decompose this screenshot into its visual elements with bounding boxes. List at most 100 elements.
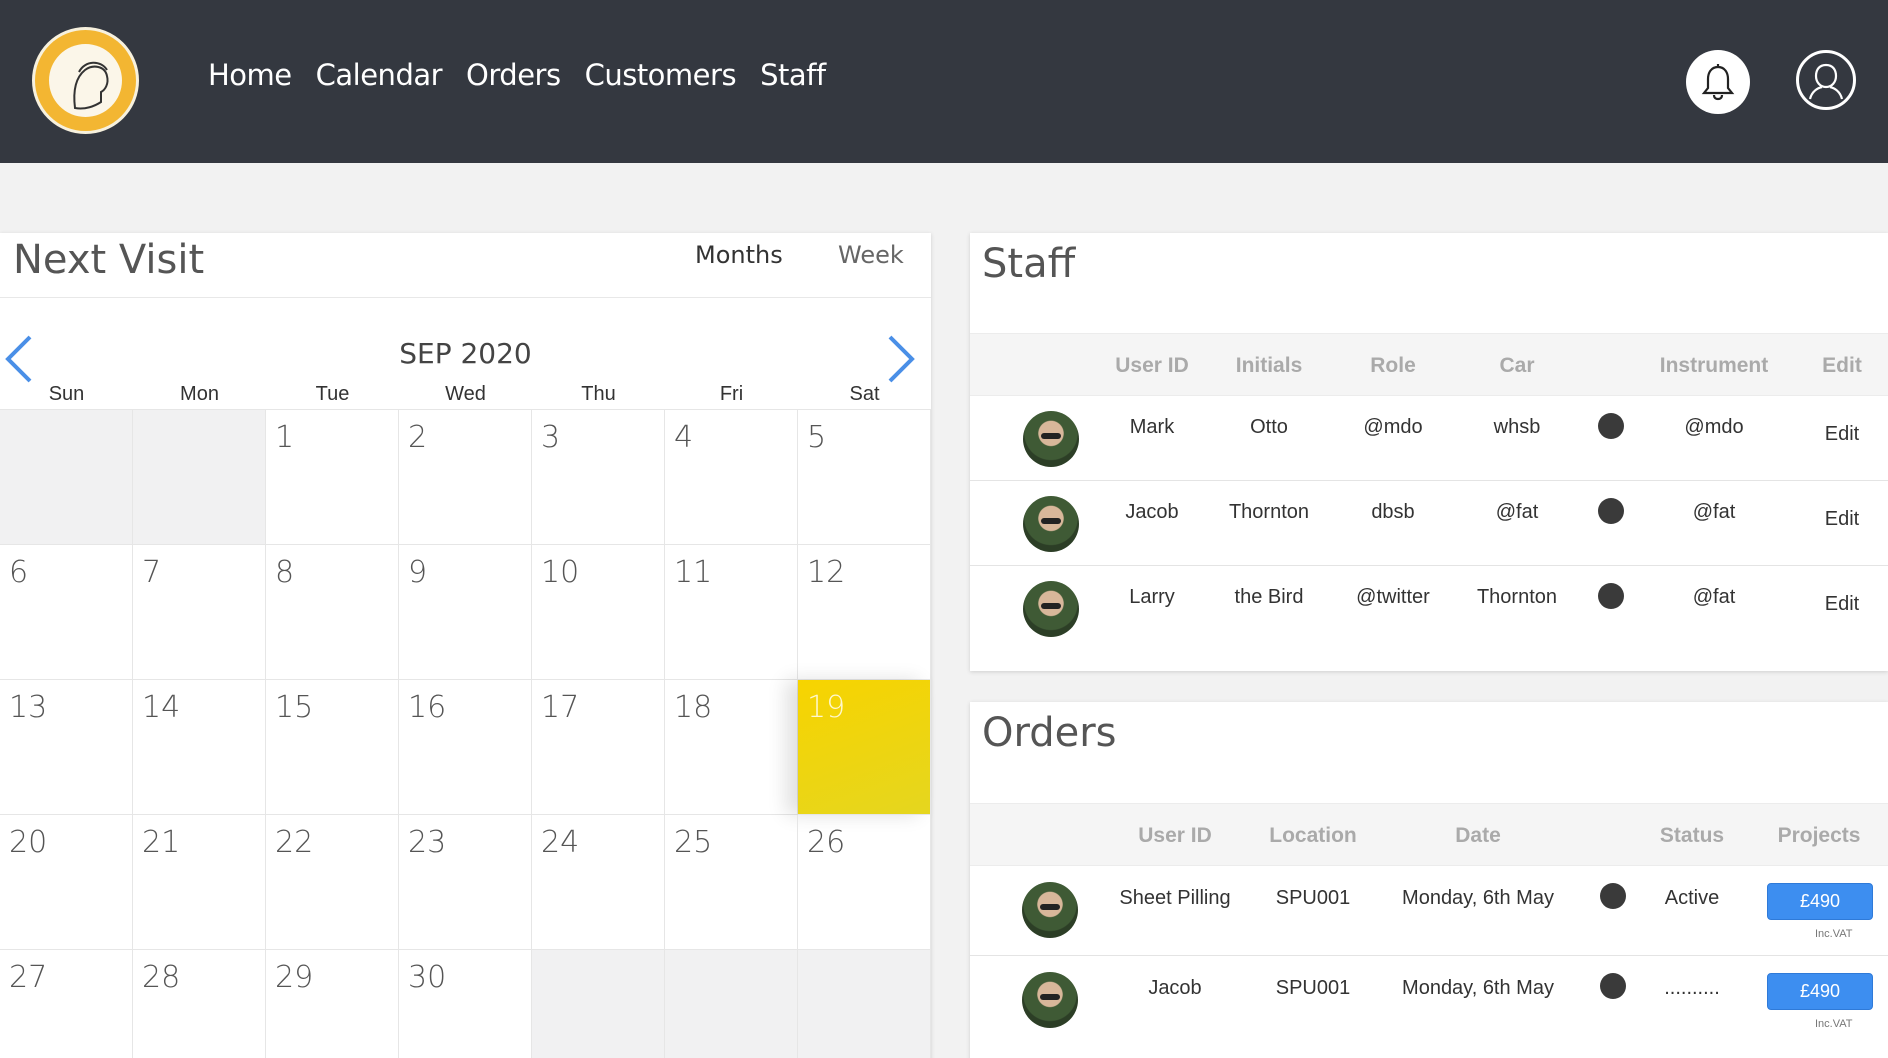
- logo-emblem-icon: [73, 61, 109, 110]
- calendar-day-cell[interactable]: 27: [0, 950, 133, 1058]
- weekday-header: Sun Mon Tue Wed Thu Fri Sat: [0, 383, 931, 406]
- calendar-day-cell[interactable]: 18: [665, 680, 798, 815]
- weekday-label: Mon: [180, 383, 219, 405]
- calendar-day-cell[interactable]: 30: [399, 950, 532, 1058]
- calendar-day-cell[interactable]: 13: [0, 680, 133, 815]
- project-price-button[interactable]: £490: [1767, 883, 1873, 920]
- calendar-empty-cell: [0, 410, 133, 545]
- calendar-day-cell[interactable]: 22: [266, 815, 399, 950]
- nav-staff[interactable]: Staff: [760, 58, 826, 92]
- weekday-label: Thu: [581, 383, 616, 405]
- column-header: Initials: [1235, 354, 1303, 377]
- calendar-day-cell[interactable]: 15: [266, 680, 399, 815]
- status-dot: [1598, 413, 1624, 439]
- calendar-empty-cell: [532, 950, 665, 1058]
- order-user-id: Sheet Pilling: [1119, 887, 1231, 909]
- calendar-day-cell[interactable]: 21: [133, 815, 266, 950]
- column-header: Status: [1659, 824, 1725, 847]
- calendar-header-divider: [0, 297, 931, 298]
- column-header: Edit: [1822, 354, 1862, 377]
- nav-home[interactable]: Home: [208, 58, 292, 92]
- nav-customers[interactable]: Customers: [585, 58, 737, 92]
- calendar-day-cell[interactable]: 24: [532, 815, 665, 950]
- week-view-toggle[interactable]: Week: [838, 241, 904, 269]
- calendar-day-cell[interactable]: 6: [0, 545, 133, 680]
- table-row: Mark Otto @mdo whsb @mdo Edit: [970, 396, 1888, 481]
- column-header: Role: [1370, 354, 1416, 377]
- weekday-label: Wed: [445, 383, 486, 405]
- current-month-label: SEP 2020: [399, 337, 532, 370]
- column-header: User ID: [1138, 824, 1212, 847]
- calendar-day-cell[interactable]: 25: [665, 815, 798, 950]
- company-logo[interactable]: [32, 27, 139, 134]
- calendar-day-cell[interactable]: 20: [0, 815, 133, 950]
- column-header: Car: [1499, 354, 1535, 377]
- staff-title: Staff: [982, 241, 1076, 287]
- staff-instrument: @mdo: [1684, 416, 1744, 438]
- calendar-day-cell[interactable]: 29: [266, 950, 399, 1058]
- calendar-day-cell[interactable]: 26: [798, 815, 931, 950]
- orders-table-header: User ID Location Date Status Projects: [970, 803, 1888, 866]
- status-dot: [1600, 883, 1626, 909]
- project-price-button[interactable]: £490: [1767, 973, 1873, 1010]
- calendar-day-cell[interactable]: 9: [399, 545, 532, 680]
- calendar-day-cell[interactable]: 10: [532, 545, 665, 680]
- avatar: [1023, 496, 1079, 552]
- calendar-day-cell[interactable]: 11: [665, 545, 798, 680]
- column-header: Location: [1269, 824, 1357, 847]
- calendar-day-cell[interactable]: 16: [399, 680, 532, 815]
- calendar-day-cell[interactable]: 17: [532, 680, 665, 815]
- edit-button[interactable]: Edit: [1825, 508, 1859, 531]
- order-location: SPU001: [1275, 977, 1351, 999]
- calendar-day-cell[interactable]: 14: [133, 680, 266, 815]
- calendar-day-cell[interactable]: 19: [798, 680, 931, 815]
- calendar-day-grid: 1 2 3 4 5 6 7 8 9 10 11 12 13 14 15 16 17 18 19 20 21 22 23 24 2…: [0, 409, 931, 1058]
- calendar-day-cell[interactable]: 1: [266, 410, 399, 545]
- status-dot: [1598, 583, 1624, 609]
- staff-table-header: User ID Initials Role Car Instrument Edi…: [970, 333, 1888, 396]
- calendar-day-cell[interactable]: 28: [133, 950, 266, 1058]
- order-status: ..........: [1664, 977, 1720, 999]
- user-profile-button[interactable]: [1796, 50, 1856, 110]
- calendar-day-cell[interactable]: 2: [399, 410, 532, 545]
- calendar-day-cell[interactable]: 3: [532, 410, 665, 545]
- calendar-title: Next Visit: [13, 237, 205, 283]
- avatar: [1023, 411, 1079, 467]
- calendar-day-cell[interactable]: 4: [665, 410, 798, 545]
- weekday-label: Tue: [315, 383, 350, 405]
- column-header: Instrument: [1659, 354, 1769, 377]
- vat-note: Inc.VAT: [1815, 928, 1853, 940]
- calendar-day-cell[interactable]: 7: [133, 545, 266, 680]
- order-location: SPU001: [1275, 887, 1351, 909]
- table-row: Sheet Pilling SPU001 Monday, 6th May Act…: [970, 866, 1888, 956]
- edit-button[interactable]: Edit: [1825, 423, 1859, 446]
- notifications-button[interactable]: [1686, 50, 1750, 114]
- staff-user-id: Larry: [1129, 586, 1175, 608]
- months-view-toggle[interactable]: Months: [695, 241, 783, 269]
- table-row: Jacob Thornton dbsb @fat @fat Edit: [970, 481, 1888, 566]
- column-header: Date: [1455, 824, 1501, 847]
- staff-initials: Otto: [1250, 416, 1288, 438]
- calendar-day-cell[interactable]: 5: [798, 410, 931, 545]
- staff-role: @twitter: [1356, 586, 1430, 608]
- order-status: Active: [1664, 887, 1720, 909]
- staff-role: dbsb: [1371, 501, 1415, 523]
- edit-button[interactable]: Edit: [1825, 593, 1859, 616]
- calendar-day-cell[interactable]: 8: [266, 545, 399, 680]
- next-month-button[interactable]: [880, 329, 920, 389]
- calendar-empty-cell: [133, 410, 266, 545]
- avatar: [1022, 972, 1078, 1028]
- staff-user-id: Mark: [1129, 416, 1175, 438]
- table-row: Larry the Bird @twitter Thornton @fat Ed…: [970, 566, 1888, 651]
- status-dot: [1598, 498, 1624, 524]
- top-navbar: Home Calendar Orders Customers Staff: [0, 0, 1888, 163]
- nav-calendar[interactable]: Calendar: [316, 58, 443, 92]
- nav-orders[interactable]: Orders: [466, 58, 561, 92]
- weekday-label: Sat: [849, 383, 880, 405]
- calendar-day-cell[interactable]: 23: [399, 815, 532, 950]
- staff-instrument: @fat: [1692, 586, 1736, 608]
- avatar: [1022, 882, 1078, 938]
- order-date: Monday, 6th May: [1402, 887, 1554, 909]
- calendar-day-cell[interactable]: 12: [798, 545, 931, 680]
- calendar-empty-cell: [665, 950, 798, 1058]
